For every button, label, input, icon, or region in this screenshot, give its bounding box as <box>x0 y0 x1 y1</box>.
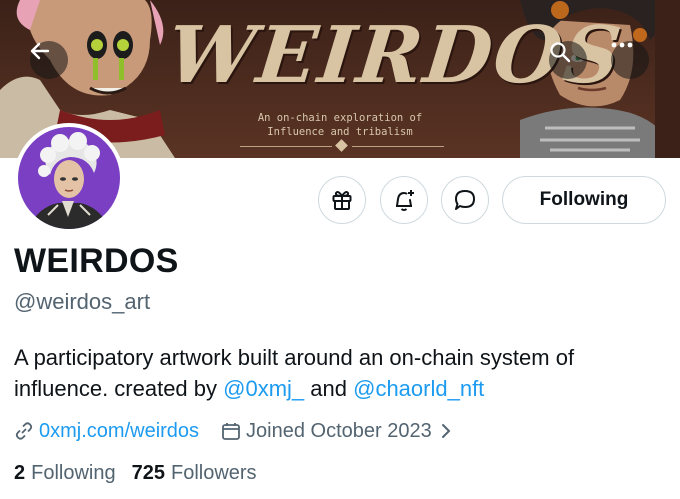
banner-subtitle-1: An on-chain exploration of <box>257 112 423 124</box>
notify-button[interactable] <box>380 176 428 224</box>
profile-handle: @weirdos_art <box>14 289 151 314</box>
bio-line-1: A participatory artwork built around an … <box>14 345 575 370</box>
display-name: WEIRDOS <box>14 242 179 280</box>
search-button[interactable] <box>549 41 587 79</box>
banner-divider-left <box>240 146 332 147</box>
banner-divider-right <box>352 146 444 147</box>
bio-text-and: and <box>304 376 354 401</box>
followers-label: Followers <box>170 462 257 484</box>
followers-count: 725 <box>131 462 165 484</box>
message-button[interactable] <box>441 176 489 224</box>
banner-title: WEIRDOS <box>163 10 628 101</box>
link-icon <box>14 421 34 441</box>
avatar-artwork <box>28 132 110 229</box>
gift-icon <box>332 191 352 210</box>
mention-0xmj[interactable]: @0xmj_ <box>223 376 304 401</box>
profile-bio: A participatory artwork built around an … <box>14 342 674 404</box>
back-button[interactable] <box>30 41 68 79</box>
mention-chaorld[interactable]: @chaorld_nft <box>353 376 484 401</box>
joined-date: Joined October 2023 <box>246 419 432 442</box>
following-stat[interactable]: 2 Following <box>14 462 116 485</box>
profile-meta: 0xmj.com/weirdos Joined October 2023 <box>14 416 457 446</box>
calendar-icon <box>221 421 241 441</box>
search-icon <box>550 42 571 63</box>
profile-stats: 2 Following 725 Followers <box>14 462 273 485</box>
following-button[interactable]: Following <box>502 176 666 224</box>
arrow-left-icon <box>30 42 50 60</box>
bell-plus-icon <box>396 190 414 211</box>
message-bubble-icon <box>455 190 475 210</box>
following-label: Following <box>31 462 116 484</box>
more-button[interactable] <box>611 41 649 79</box>
bio-line-2: influence. created by @0xmj_ and @chaorl… <box>14 373 674 404</box>
more-horizontal-icon <box>611 42 633 48</box>
chevron-right-icon[interactable] <box>440 422 452 440</box>
banner-subtitle-2: Influence and tribalism <box>267 126 413 138</box>
bio-text-prefix: influence. created by <box>14 376 224 401</box>
followers-stat[interactable]: 725 Followers <box>132 462 257 485</box>
profile-website-link[interactable]: 0xmj.com/weirdos <box>39 420 199 443</box>
avatar-image <box>18 127 120 229</box>
avatar[interactable] <box>14 123 124 233</box>
gift-button[interactable] <box>318 176 366 224</box>
following-count: 2 <box>14 462 26 484</box>
